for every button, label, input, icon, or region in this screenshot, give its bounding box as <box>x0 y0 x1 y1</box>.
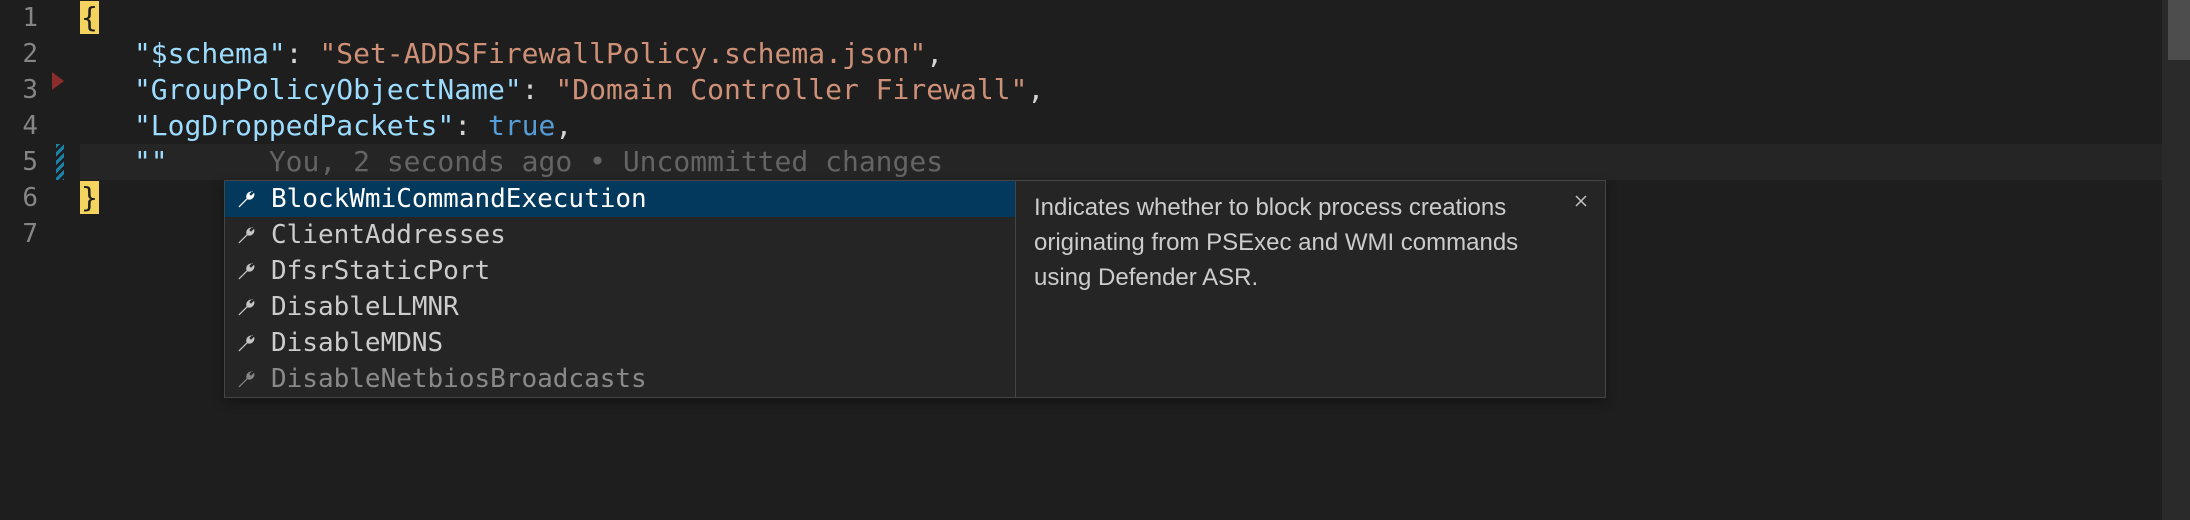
property-icon <box>235 368 257 390</box>
modified-line-glyph <box>56 144 64 180</box>
line-number: 1 <box>0 0 38 36</box>
line-number: 2 <box>0 36 38 72</box>
editor-scrollbar[interactable] <box>2162 0 2190 520</box>
suggestion-label: ClientAddresses <box>271 217 506 253</box>
suggestion-list[interactable]: BlockWmiCommandExecutionClientAddressesD… <box>225 181 1015 397</box>
suggestion-doc-text: Indicates whether to block process creat… <box>1034 194 1518 291</box>
suggestion-item[interactable]: BlockWmiCommandExecution <box>225 181 1015 217</box>
json-string: "Set-ADDSFirewallPolicy.schema.json" <box>319 37 926 70</box>
line-number: 4 <box>0 108 38 144</box>
suggestion-label: DisableMDNS <box>271 325 443 361</box>
json-key: "LogDroppedPackets" <box>134 109 454 142</box>
code-area[interactable]: { "$schema": "Set-ADDSFirewallPolicy.sch… <box>74 0 2190 520</box>
json-key: "$schema" <box>134 37 286 70</box>
scrollbar-thumb[interactable] <box>2168 0 2190 60</box>
suggestion-item[interactable]: ClientAddresses <box>225 217 1015 253</box>
line-number: 6 <box>0 180 38 216</box>
suggestion-label: BlockWmiCommandExecution <box>271 181 647 217</box>
suggestion-item[interactable]: DfsrStaticPort <box>225 253 1015 289</box>
git-blame-annotation: You, 2 seconds ago • Uncommitted changes <box>269 145 943 178</box>
brace-open: { <box>80 1 99 34</box>
suggestion-label: DisableLLMNR <box>271 289 459 325</box>
suggestion-item[interactable]: DisableNetbiosBroadcasts <box>225 361 1015 397</box>
suggestion-widget[interactable]: BlockWmiCommandExecutionClientAddressesD… <box>224 180 1606 398</box>
line-number-gutter: 1 2 3 4 5 6 7 <box>0 0 56 520</box>
code-line[interactable]: { <box>80 0 2190 36</box>
line-number: 3 <box>0 72 38 108</box>
json-string: "Domain Controller Firewall" <box>555 73 1027 106</box>
json-key: "" <box>134 145 168 178</box>
line-number: 7 <box>0 216 38 252</box>
brace-close: } <box>80 181 99 214</box>
line-number: 5 <box>0 144 38 180</box>
suggestion-item[interactable]: DisableLLMNR <box>225 289 1015 325</box>
close-icon[interactable] <box>1569 189 1593 213</box>
suggestion-label: DisableNetbiosBroadcasts <box>271 361 647 397</box>
suggestion-label: DfsrStaticPort <box>271 253 490 289</box>
code-line[interactable]: "LogDroppedPackets": true, <box>80 108 2190 144</box>
code-line[interactable]: "GroupPolicyObjectName": "Domain Control… <box>80 72 2190 108</box>
suggestion-documentation: Indicates whether to block process creat… <box>1015 181 1605 397</box>
property-icon <box>235 296 257 318</box>
code-line-active[interactable]: "" You, 2 seconds ago • Uncommitted chan… <box>80 144 2190 180</box>
json-keyword: true <box>488 109 555 142</box>
property-icon <box>235 260 257 282</box>
json-key: "GroupPolicyObjectName" <box>134 73 522 106</box>
breakpoint-arrow-icon <box>52 72 64 90</box>
code-editor[interactable]: 1 2 3 4 5 6 7 { "$schema": "Set-ADDSFire… <box>0 0 2190 520</box>
property-icon <box>235 332 257 354</box>
property-icon <box>235 224 257 246</box>
code-line[interactable]: "$schema": "Set-ADDSFirewallPolicy.schem… <box>80 36 2190 72</box>
suggestion-item[interactable]: DisableMDNS <box>225 325 1015 361</box>
glyph-margin <box>56 0 74 520</box>
property-icon <box>235 188 257 210</box>
